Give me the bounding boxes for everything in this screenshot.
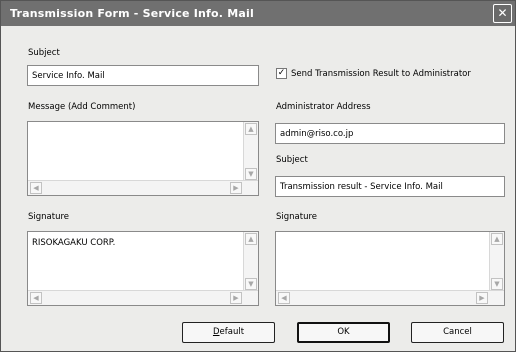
- result-signature-vertical-scrollbar[interactable]: ▲ ▼: [489, 232, 504, 291]
- send-result-checkbox[interactable]: ✓: [276, 68, 287, 79]
- subject-label: Subject: [28, 48, 60, 58]
- signature-vertical-scrollbar[interactable]: ▲ ▼: [243, 232, 258, 291]
- signature-textarea[interactable]: RISOKAGAKU CORP. ▲ ▼ ◀ ▶: [27, 231, 259, 306]
- result-signature-horizontal-scrollbar[interactable]: ◀ ▶: [276, 290, 504, 305]
- message-textarea[interactable]: ▲ ▼ ◀ ▶: [27, 121, 259, 196]
- scroll-down-icon[interactable]: ▼: [245, 278, 257, 290]
- signature-label: Signature: [28, 212, 70, 222]
- default-label: efault: [219, 327, 245, 337]
- scroll-left-icon[interactable]: ◀: [30, 182, 42, 194]
- message-label: Message (Add Comment): [28, 102, 136, 112]
- signature-text: RISOKAGAKU CORP.: [32, 238, 116, 248]
- result-subject-label: Subject: [276, 155, 308, 165]
- result-signature-label: Signature: [276, 212, 318, 222]
- scroll-right-icon[interactable]: ▶: [230, 292, 242, 304]
- default-button[interactable]: Default: [182, 322, 275, 343]
- message-horizontal-scrollbar[interactable]: ◀ ▶: [28, 180, 258, 195]
- scroll-down-icon[interactable]: ▼: [491, 278, 503, 290]
- admin-address-field[interactable]: admin@riso.co.jp: [275, 123, 505, 144]
- message-vertical-scrollbar[interactable]: ▲ ▼: [243, 122, 258, 181]
- scroll-up-icon[interactable]: ▲: [245, 123, 257, 135]
- result-subject-field[interactable]: Transmission result - Service Info. Mail: [275, 176, 505, 197]
- scroll-right-icon[interactable]: ▶: [230, 182, 242, 194]
- signature-horizontal-scrollbar[interactable]: ◀ ▶: [28, 290, 258, 305]
- send-result-label[interactable]: Send Transmission Result to Administrato…: [291, 69, 471, 79]
- scroll-down-icon[interactable]: ▼: [245, 168, 257, 180]
- scroll-left-icon[interactable]: ◀: [278, 292, 290, 304]
- window-title: Transmission Form - Service Info. Mail: [10, 7, 254, 20]
- scroll-up-icon[interactable]: ▲: [245, 233, 257, 245]
- close-icon[interactable]: ✕: [493, 4, 512, 23]
- scroll-left-icon[interactable]: ◀: [30, 292, 42, 304]
- ok-button[interactable]: OK: [297, 322, 390, 343]
- subject-field[interactable]: Service Info. Mail: [27, 65, 259, 86]
- result-signature-textarea[interactable]: ▲ ▼ ◀ ▶: [275, 231, 505, 306]
- admin-address-label: Administrator Address: [276, 102, 371, 112]
- title-bar[interactable]: Transmission Form - Service Info. Mail ✕: [1, 1, 515, 26]
- cancel-button[interactable]: Cancel: [411, 322, 504, 343]
- transmission-form-dialog: Transmission Form - Service Info. Mail ✕…: [0, 0, 516, 352]
- scroll-right-icon[interactable]: ▶: [476, 292, 488, 304]
- scroll-up-icon[interactable]: ▲: [491, 233, 503, 245]
